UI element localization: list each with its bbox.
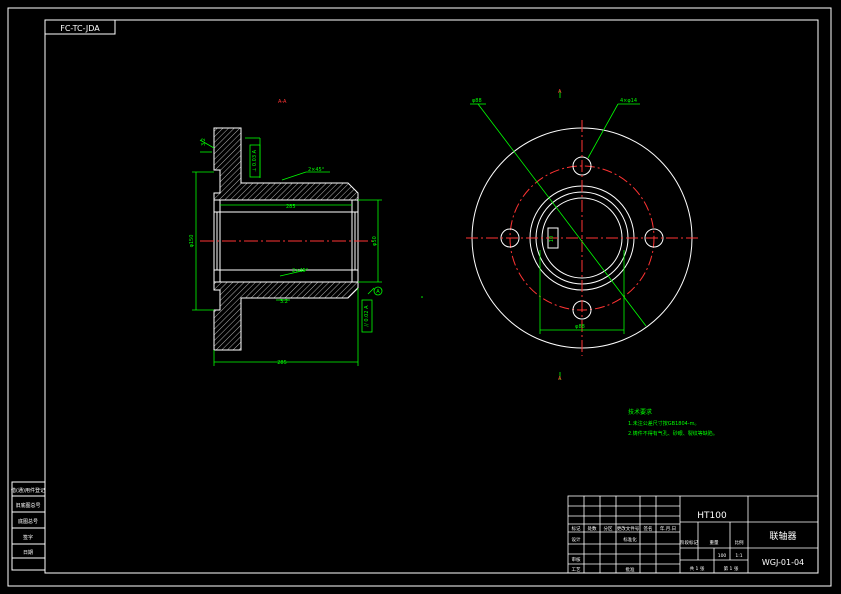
approve-label: 批准: [626, 566, 635, 573]
hole-callout: φ88: [472, 98, 482, 104]
dim-chamfer-top: 2×45°: [308, 167, 325, 173]
dim-bore: φ50: [372, 236, 378, 246]
gdt-top: ⊥ 0.03 A: [252, 149, 258, 172]
code-box-text: FC-TC-JDA: [60, 24, 100, 33]
side-strip-item: 借(通)用件登记: [11, 487, 45, 494]
weight-label: 重量: [710, 539, 719, 546]
bolt-circle-callout: 4×φ14: [620, 98, 637, 104]
std-label: 标准化: [623, 536, 637, 543]
part-name: 联轴器: [769, 530, 796, 542]
sheet-no: 第 1 张: [724, 565, 739, 572]
row-craft: 工艺: [572, 567, 581, 573]
header-col: 年.月.日: [660, 525, 676, 532]
dim-chamfer-bottom: 2×45°: [292, 268, 309, 274]
tech-line: 2.铸件不得有气孔、砂眼、裂纹等缺陷。: [628, 430, 718, 437]
datum-label: A: [376, 289, 380, 295]
gdt-bottom: // 0.02 A: [364, 305, 370, 327]
dim-inner-length: 285: [286, 204, 296, 210]
pcd-dim: φ88: [575, 324, 585, 330]
scale-label: 比例: [735, 539, 744, 546]
section-bottom-part: [213, 281, 359, 351]
drawing-number: WGJ-01-04: [762, 558, 804, 567]
roughness-bottom: 3.2: [280, 299, 288, 305]
sheets-total: 共 1 张: [690, 565, 705, 572]
tech-title: 技术要求: [628, 408, 652, 416]
side-strip-item: 日期: [23, 550, 33, 556]
row-mark: 标记: [572, 525, 581, 532]
dim-overall-height: φ150: [189, 235, 195, 248]
weight-value: 100: [718, 553, 727, 559]
side-strip-item: 签字: [23, 534, 33, 541]
header-col: 签名: [644, 525, 653, 532]
stray-dot: [421, 296, 423, 298]
row-design: 设计: [572, 536, 581, 543]
section-top-part: [213, 127, 359, 201]
stage-label: 阶段标记: [680, 539, 698, 546]
section-view: A-A 285 2×45° 2×45° 285 φ150 φ50 ⊥ 0.03 …: [189, 99, 383, 366]
front-view: φ88 4×φ14 φ88 10 A A: [466, 89, 698, 382]
keyway-width: 10: [549, 236, 555, 242]
tech-line: 1.未注公差尺寸按GB1804-m。: [628, 420, 699, 427]
side-strip-item: 旧底图总号: [15, 502, 40, 509]
header-col: 更改文件号: [617, 525, 640, 532]
side-strip-item: 底图总号: [18, 518, 38, 525]
outer-border: [7, 7, 832, 587]
view-arrow-top: A: [558, 89, 562, 95]
side-strip: 借(通)用件登记 旧底图总号 底图总号 签字 日期: [11, 481, 46, 571]
header-col: 处数: [588, 525, 597, 532]
inner-border: [44, 19, 819, 574]
header-col: 分区: [604, 525, 613, 532]
roughness-top: 3.2: [201, 138, 207, 146]
scale-value: 1:1: [735, 553, 742, 559]
tech-requirements: 技术要求 1.未注公差尺寸按GB1804-m。 2.铸件不得有气孔、砂眼、裂纹等…: [628, 408, 718, 437]
section-label: A-A: [278, 99, 287, 105]
row-review: 审核: [572, 556, 581, 563]
dim-overall-width: 285: [277, 360, 287, 366]
cad-drawing: FC-TC-JDA 借(通)用件登记 旧底图总号 底图总号 签字 日期 A-A: [7, 7, 832, 587]
view-arrow-bottom: A: [558, 376, 562, 382]
material: HT100: [697, 511, 727, 521]
